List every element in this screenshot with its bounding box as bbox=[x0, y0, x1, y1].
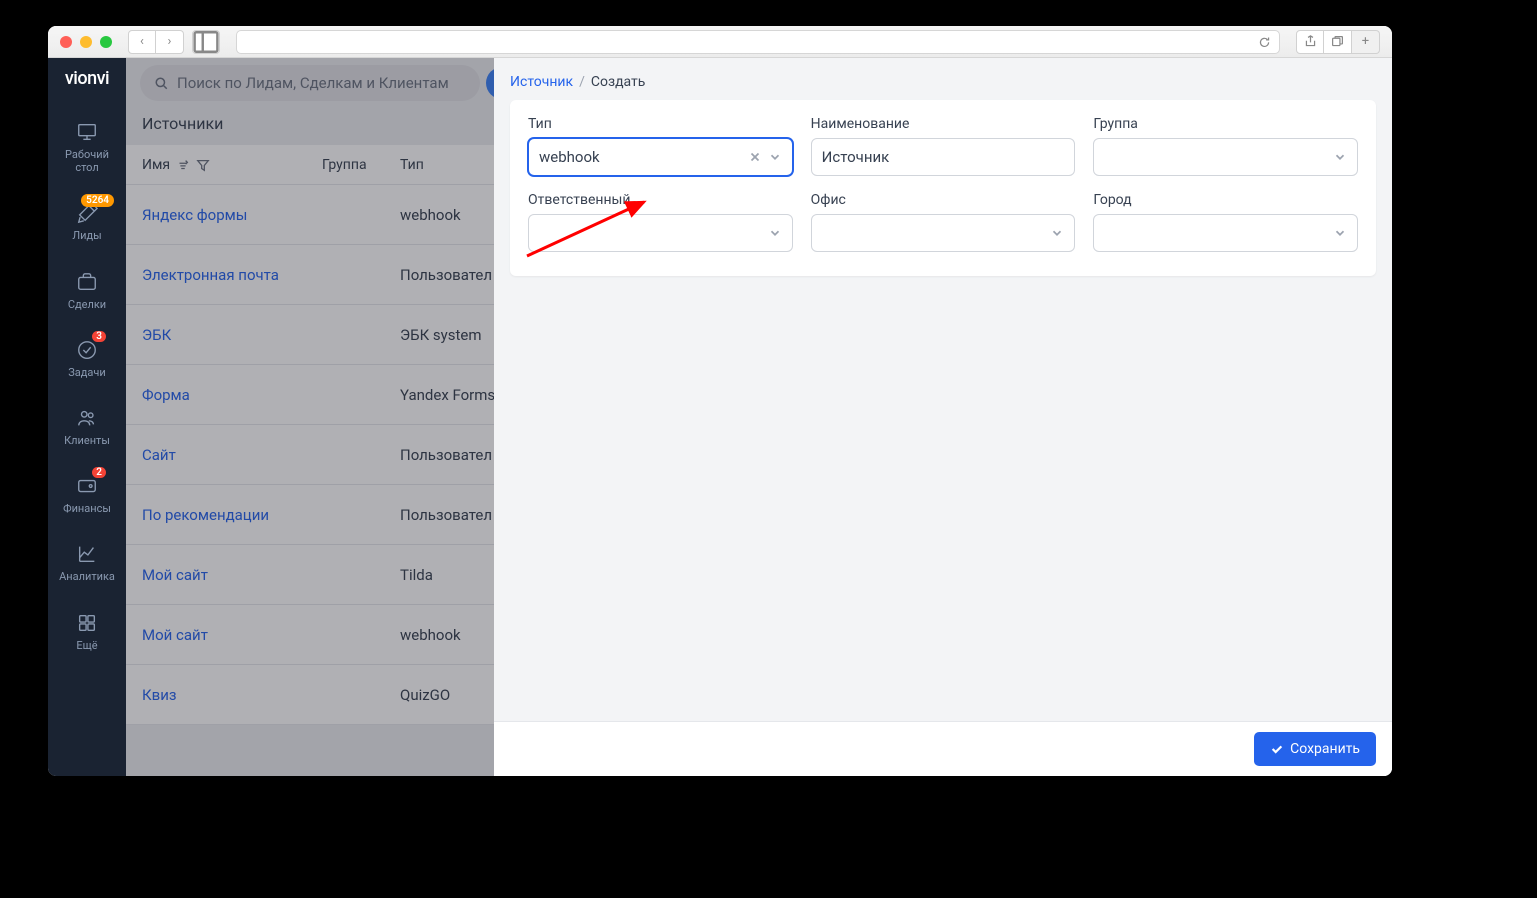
sidebar-item-clients[interactable]: Клиенты bbox=[48, 393, 126, 461]
sidebar-toggle[interactable] bbox=[192, 30, 220, 54]
sidebar-item-desktop[interactable]: Рабочий стол bbox=[48, 107, 126, 188]
share-button[interactable] bbox=[1296, 30, 1324, 54]
window-close[interactable] bbox=[60, 36, 72, 48]
chevron-down-icon bbox=[1333, 226, 1347, 240]
chevron-down-icon bbox=[1050, 226, 1064, 240]
select-responsible[interactable] bbox=[528, 214, 793, 252]
select-group[interactable] bbox=[1093, 138, 1358, 176]
select-type[interactable]: webhook bbox=[528, 138, 793, 176]
sidebar-item-more[interactable]: Ещё bbox=[48, 598, 126, 666]
breadcrumb: Источник / Создать bbox=[494, 58, 1392, 100]
select-office[interactable] bbox=[811, 214, 1076, 252]
nav-back[interactable]: ‹ bbox=[128, 30, 156, 54]
window-minimize[interactable] bbox=[80, 36, 92, 48]
chevron-down-icon bbox=[768, 226, 782, 240]
select-city[interactable] bbox=[1093, 214, 1358, 252]
browser-toolbar: ‹ › + bbox=[48, 26, 1392, 58]
label-name: Наименование bbox=[811, 116, 1076, 132]
nav-forward[interactable]: › bbox=[156, 30, 184, 54]
tabs-button[interactable] bbox=[1324, 30, 1352, 54]
brand-logo: vionvi bbox=[65, 68, 109, 89]
new-tab-button[interactable]: + bbox=[1352, 30, 1380, 54]
sidebar-item-analytics[interactable]: Аналитика bbox=[48, 529, 126, 597]
label-city: Город bbox=[1093, 192, 1358, 208]
chevron-down-icon bbox=[1333, 150, 1347, 164]
leads-badge: 5264 bbox=[81, 194, 114, 207]
sidebar-item-finance[interactable]: 2 Финансы bbox=[48, 461, 126, 529]
label-type: Тип bbox=[528, 116, 793, 132]
sidebar-item-tasks[interactable]: 3 Задачи bbox=[48, 325, 126, 393]
tasks-badge: 3 bbox=[92, 331, 106, 342]
breadcrumb-root[interactable]: Источник bbox=[510, 74, 573, 90]
finance-badge: 2 bbox=[92, 467, 106, 478]
label-office: Офис bbox=[811, 192, 1076, 208]
address-bar[interactable] bbox=[236, 30, 1280, 54]
input-name[interactable] bbox=[811, 138, 1076, 176]
check-icon bbox=[1270, 742, 1284, 756]
label-responsible: Ответственный bbox=[528, 192, 793, 208]
sidebar-item-deals[interactable]: Сделки bbox=[48, 257, 126, 325]
create-source-panel: Источник / Создать Тип webhook bbox=[494, 58, 1392, 776]
clear-icon[interactable] bbox=[748, 150, 762, 164]
chevron-down-icon bbox=[768, 150, 782, 164]
app-sidebar: vionvi Рабочий стол 5264 Лиды Сделки 3 З… bbox=[48, 58, 126, 776]
window-maximize[interactable] bbox=[100, 36, 112, 48]
label-group: Группа bbox=[1093, 116, 1358, 132]
save-button[interactable]: Сохранить bbox=[1254, 732, 1376, 766]
breadcrumb-current: Создать bbox=[591, 74, 646, 90]
sidebar-item-leads[interactable]: 5264 Лиды bbox=[48, 188, 126, 256]
